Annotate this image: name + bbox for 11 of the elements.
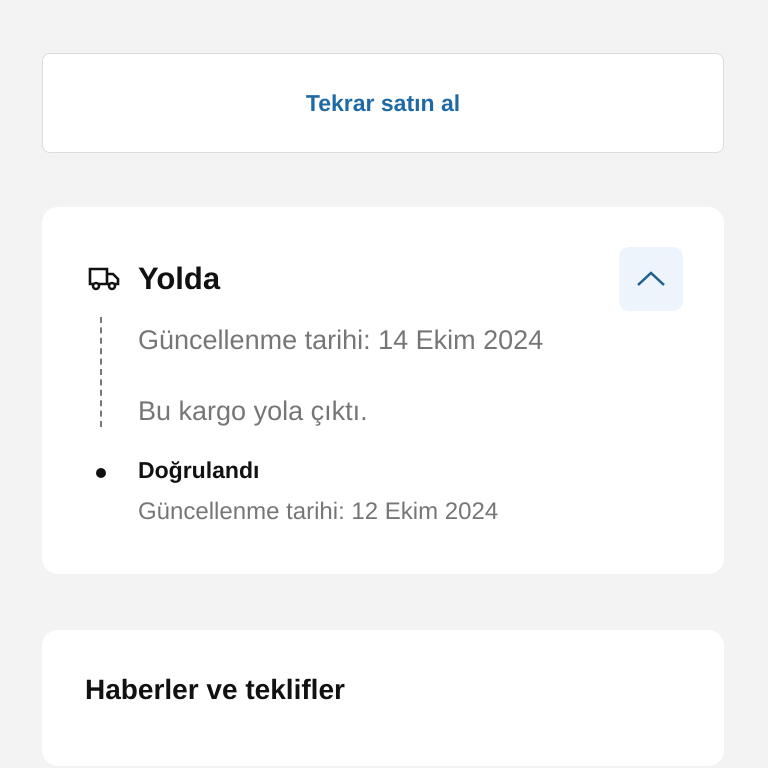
collapse-button[interactable] [619, 247, 683, 311]
update-text: Güncellenme tarihi: 14 Ekim 2024 [138, 325, 544, 356]
step-dot [96, 468, 106, 478]
truck-icon [88, 266, 120, 292]
chevron-up-icon [636, 270, 666, 288]
status-title: Yolda [138, 261, 220, 297]
reorder-button[interactable]: Tekrar satın al [42, 53, 724, 153]
section-title: Haberler ve teklifler [85, 674, 345, 705]
update-text: Bu kargo yola çıktı. [138, 396, 369, 427]
step-date: Güncellenme tarihi: 12 Ekim 2024 [138, 498, 498, 526]
step-title: Doğrulandı [138, 457, 260, 484]
